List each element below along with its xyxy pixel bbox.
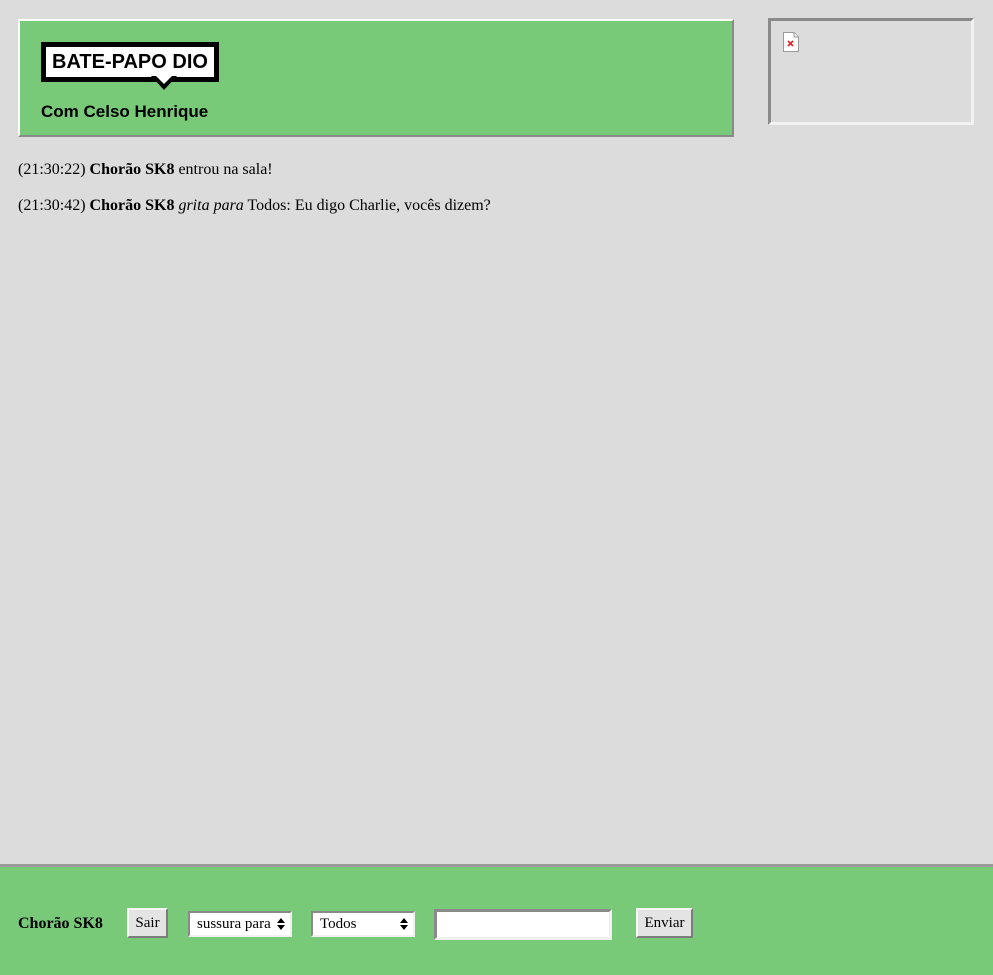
current-username: Chorão SK8 xyxy=(18,915,103,932)
send-button-label: Enviar xyxy=(644,914,685,931)
message-mode-value: sussura para xyxy=(197,915,271,932)
message-mode-select[interactable]: sussura para xyxy=(188,911,292,937)
logo-text: BATE-PAPO DIO xyxy=(52,51,208,73)
chat-footer: Chorão SK8 Sair sussura para Todos Envia… xyxy=(0,864,993,975)
exit-button[interactable]: Sair xyxy=(127,908,168,938)
select-arrows-icon xyxy=(277,918,285,930)
message-list: (21:30:22) Chorão SK8 entrou na sala! (2… xyxy=(18,160,738,232)
message-user: Chorão SK8 xyxy=(89,161,175,178)
chat-message: (21:30:42) Chorão SK8 grita para Todos: … xyxy=(18,196,738,216)
message-time: (21:30:22) xyxy=(18,161,86,178)
chat-message: (21:30:22) Chorão SK8 entrou na sala! xyxy=(18,160,738,180)
message-text: entrou na sala! xyxy=(178,161,273,178)
message-text: Todos: Eu digo Charlie, vocês dizem? xyxy=(247,197,491,214)
side-image-panel xyxy=(768,18,974,125)
exit-button-label: Sair xyxy=(135,914,160,931)
message-time: (21:30:42) xyxy=(18,197,86,214)
message-input[interactable] xyxy=(434,909,612,940)
chat-header: BATE-PAPO DIO Com Celso Henrique xyxy=(18,19,734,137)
target-user-select[interactable]: Todos xyxy=(311,911,415,937)
message-action: grita para xyxy=(178,197,244,214)
header-subtitle: Com Celso Henrique xyxy=(41,102,209,121)
send-button[interactable]: Enviar xyxy=(636,908,693,938)
select-arrows-icon xyxy=(400,918,408,930)
target-user-value: Todos xyxy=(320,915,357,932)
broken-image-icon xyxy=(783,32,799,52)
message-user: Chorão SK8 xyxy=(89,197,175,214)
logo: BATE-PAPO DIO xyxy=(41,42,219,82)
